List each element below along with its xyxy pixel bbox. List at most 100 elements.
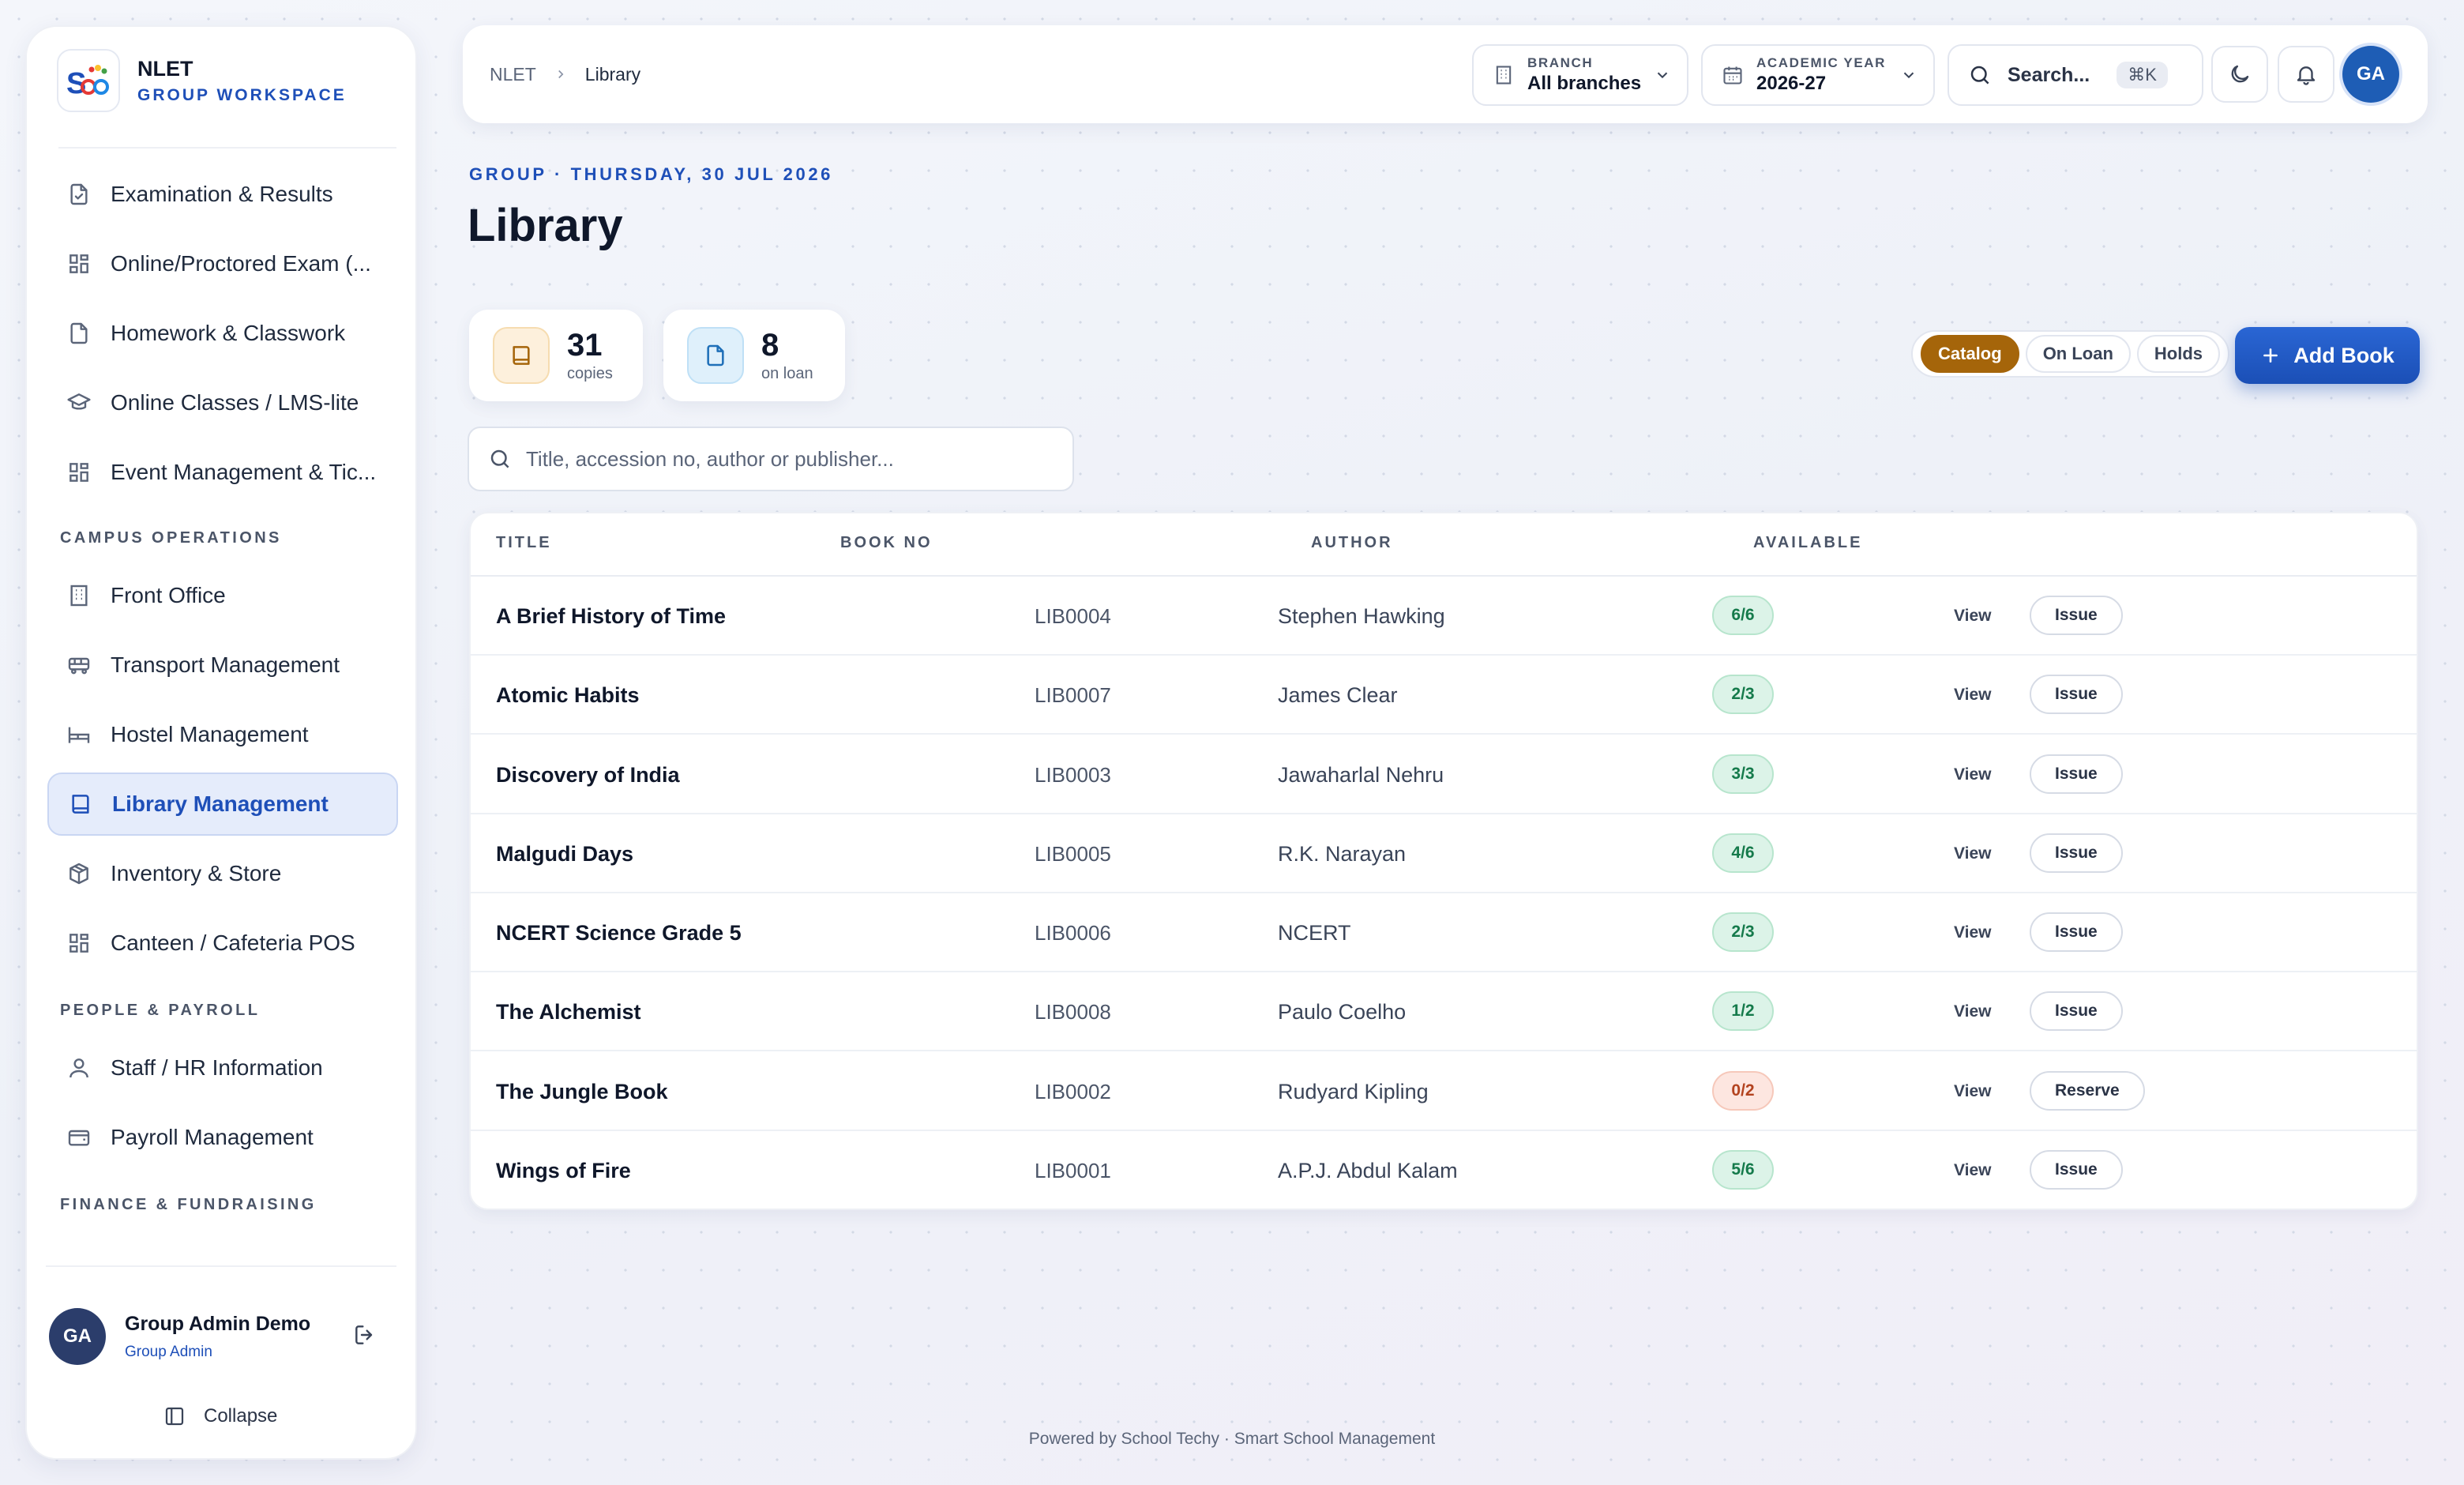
- book-title: Wings of Fire: [496, 1158, 631, 1182]
- issue-button[interactable]: Issue: [2030, 912, 2123, 952]
- tab-on-loan[interactable]: On Loan: [2025, 335, 2131, 373]
- sidebar-item-label: Online Classes / LMS-lite: [111, 390, 359, 415]
- plus-icon: [2260, 345, 2281, 366]
- view-button[interactable]: View: [1954, 656, 1991, 735]
- availability-badge: 4/6: [1712, 833, 1774, 873]
- sidebar-item-staff-hr[interactable]: Staff / HR Information: [47, 1036, 398, 1100]
- sidebar-item-canteen[interactable]: Canteen / Cafeteria POS: [47, 912, 398, 975]
- sidebar-item-label: Front Office: [111, 583, 226, 607]
- search-icon: [488, 447, 512, 471]
- issue-button[interactable]: Issue: [2030, 754, 2123, 794]
- collapse-button[interactable]: Collapse: [163, 1404, 277, 1428]
- book-author: A.P.J. Abdul Kalam: [1278, 1158, 1458, 1182]
- issue-button[interactable]: Issue: [2030, 991, 2123, 1031]
- package-icon: [65, 859, 93, 888]
- academic-year-value: 2026-27: [1756, 73, 1827, 94]
- moon-icon: [2228, 62, 2252, 86]
- book-title: Malgudi Days: [496, 841, 634, 866]
- file-icon: [65, 319, 93, 348]
- sidebar-item-label: Canteen / Cafeteria POS: [111, 930, 355, 955]
- table-row: The Alchemist LIB0008 Paulo Coelho 1/2 V…: [471, 972, 2417, 1051]
- book-author: Stephen Hawking: [1278, 603, 1445, 628]
- view-tabs: Catalog On Loan Holds: [1911, 330, 2230, 378]
- column-header-book-no[interactable]: BOOK NO: [840, 534, 933, 552]
- search-placeholder: Search...: [2008, 63, 2090, 86]
- sidebar-item-front-office[interactable]: Front Office: [47, 564, 398, 627]
- issue-button[interactable]: Issue: [2030, 596, 2123, 635]
- sidebar-item-transport[interactable]: Transport Management: [47, 633, 398, 697]
- tab-catalog[interactable]: Catalog: [1921, 335, 2019, 373]
- issue-button[interactable]: Issue: [2030, 1150, 2123, 1190]
- file-icon: [687, 327, 744, 384]
- availability-badge: 0/2: [1712, 1071, 1774, 1111]
- book-number: LIB0003: [1035, 762, 1111, 787]
- add-book-button[interactable]: Add Book: [2235, 327, 2420, 384]
- theme-toggle-button[interactable]: [2211, 46, 2268, 103]
- sidebar-item-examination-results[interactable]: Examination & Results: [47, 163, 398, 226]
- view-button[interactable]: View: [1954, 893, 1991, 972]
- breadcrumb: NLET Library: [490, 25, 640, 123]
- issue-button[interactable]: Issue: [2030, 833, 2123, 873]
- academic-year-select[interactable]: ACADEMIC YEAR 2026-27: [1701, 44, 1935, 106]
- tab-holds[interactable]: Holds: [2136, 335, 2221, 373]
- profile-avatar[interactable]: GA: [2342, 46, 2399, 103]
- availability-badge: 6/6: [1712, 596, 1774, 635]
- library-search-input[interactable]: [526, 446, 1047, 472]
- section-title-finance: FINANCE & FUNDRAISING: [60, 1196, 317, 1213]
- date-line: GROUP · THURSDAY, 30 JUL 2026: [469, 164, 834, 184]
- logout-icon[interactable]: [352, 1322, 377, 1348]
- availability-badge: 3/3: [1712, 754, 1774, 794]
- book-number: LIB0004: [1035, 603, 1111, 628]
- view-button[interactable]: View: [1954, 1052, 1991, 1131]
- stat-card-copies: 31 copies: [469, 310, 643, 401]
- table-row: Atomic Habits LIB0007 James Clear 2/3 Vi…: [471, 656, 2417, 735]
- sidebar-item-hostel[interactable]: Hostel Management: [47, 703, 398, 766]
- branch-select[interactable]: BRANCH All branches: [1472, 44, 1688, 106]
- bell-icon: [2294, 62, 2318, 86]
- sidebar-item-library[interactable]: Library Management: [47, 773, 398, 836]
- view-button[interactable]: View: [1954, 972, 1991, 1051]
- sidebar-item-label: Hostel Management: [111, 722, 309, 746]
- branch-label: BRANCH: [1527, 55, 1594, 70]
- book-title: Discovery of India: [496, 762, 680, 787]
- breadcrumb-current: Library: [584, 63, 641, 85]
- book-icon: [66, 790, 95, 818]
- section-title-people-payroll: PEOPLE & PAYROLL: [60, 1002, 261, 1019]
- reserve-button[interactable]: Reserve: [2030, 1071, 2145, 1111]
- sidebar-item-event-management[interactable]: Event Management & Tic...: [47, 441, 398, 504]
- global-search[interactable]: Search... ⌘K: [1948, 44, 2203, 106]
- notifications-button[interactable]: [2278, 46, 2334, 103]
- bed-icon: [65, 720, 93, 749]
- view-button[interactable]: View: [1954, 1131, 1991, 1209]
- add-book-label: Add Book: [2293, 343, 2395, 367]
- book-author: NCERT: [1278, 920, 1351, 945]
- view-button[interactable]: View: [1954, 814, 1991, 893]
- breadcrumb-root[interactable]: NLET: [490, 64, 536, 85]
- book-author: Rudyard Kipling: [1278, 1079, 1429, 1103]
- column-header-title[interactable]: TITLE: [496, 534, 552, 552]
- sidebar-item-label: Examination & Results: [111, 182, 333, 206]
- view-button[interactable]: View: [1954, 735, 1991, 814]
- availability-badge: 2/3: [1712, 675, 1774, 714]
- view-button[interactable]: View: [1954, 577, 1991, 656]
- book-author: James Clear: [1278, 682, 1398, 707]
- sidebar: S NLET GROUP WORKSPACE Examination & Res…: [25, 25, 417, 1460]
- sidebar-item-inventory[interactable]: Inventory & Store: [47, 842, 398, 905]
- availability-badge: 5/6: [1712, 1150, 1774, 1190]
- column-header-author[interactable]: AUTHOR: [1311, 534, 1393, 552]
- book-number: LIB0006: [1035, 920, 1111, 945]
- issue-button[interactable]: Issue: [2030, 675, 2123, 714]
- table-row: The Jungle Book LIB0002 Rudyard Kipling …: [471, 1052, 2417, 1131]
- sidebar-item-payroll[interactable]: Payroll Management: [47, 1106, 398, 1169]
- stat-label: copies: [567, 365, 613, 382]
- sidebar-item-online-classes[interactable]: Online Classes / LMS-lite: [47, 371, 398, 434]
- brand[interactable]: S NLET GROUP WORKSPACE: [57, 49, 347, 112]
- sidebar-item-homework[interactable]: Homework & Classwork: [47, 302, 398, 365]
- academic-year-label: ACADEMIC YEAR: [1756, 55, 1887, 70]
- book-author: Jawaharlal Nehru: [1278, 762, 1444, 787]
- user-card[interactable]: GA Group Admin Demo Group Admin: [49, 1297, 396, 1376]
- sidebar-item-online-exam[interactable]: Online/Proctored Exam (...: [47, 232, 398, 295]
- book-icon: [493, 327, 550, 384]
- column-header-available[interactable]: AVAILABLE: [1753, 534, 1862, 552]
- book-number: LIB0001: [1035, 1158, 1111, 1182]
